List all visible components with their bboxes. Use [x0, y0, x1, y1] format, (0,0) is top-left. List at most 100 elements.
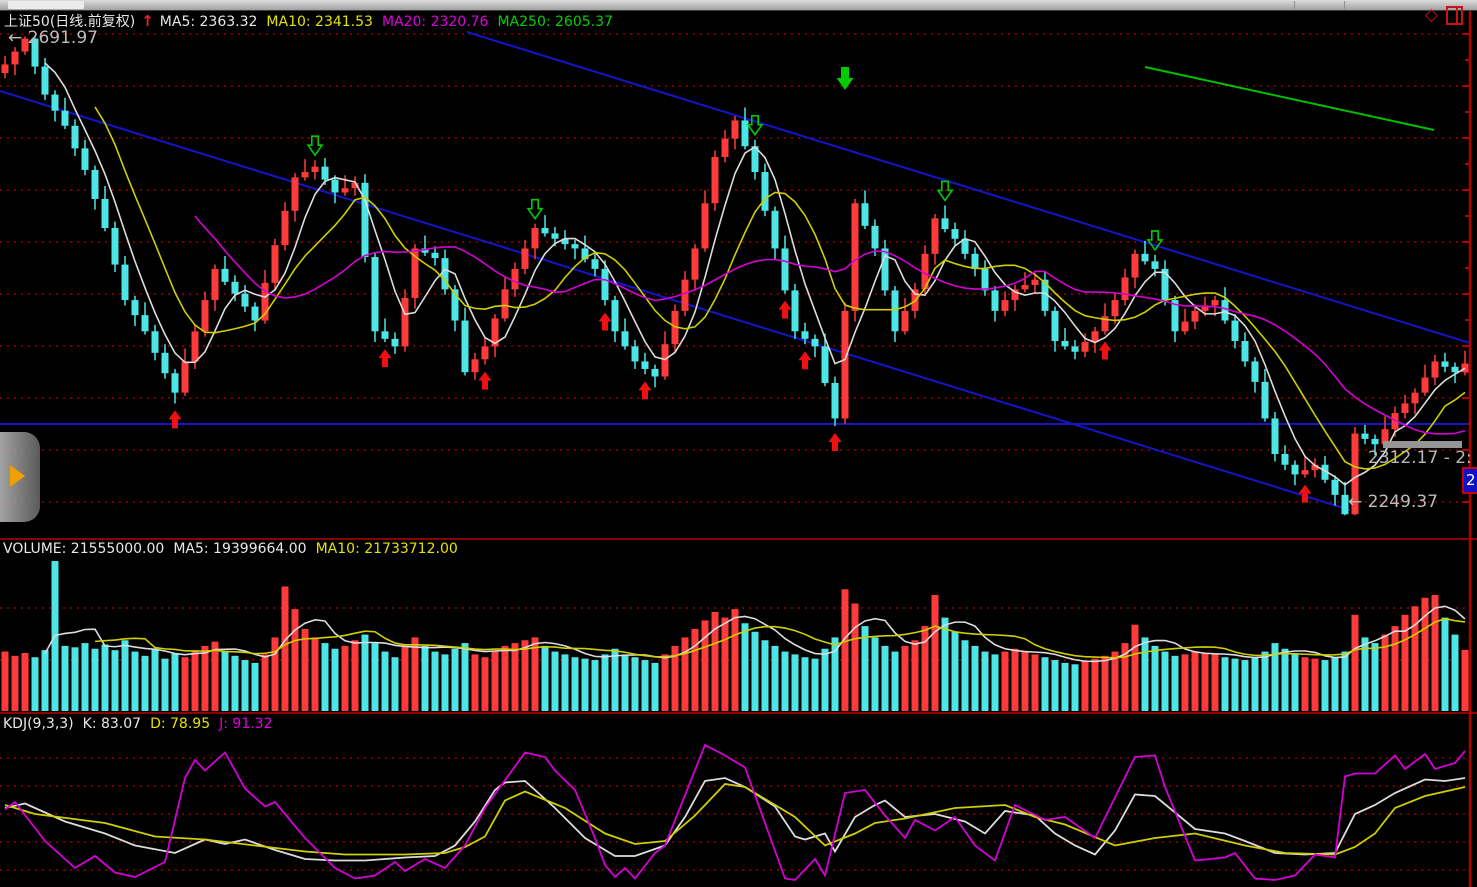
volume-bar[interactable]: [662, 654, 669, 711]
candle[interactable]: [1062, 341, 1069, 346]
candle[interactable]: [1002, 300, 1009, 311]
candle[interactable]: [1232, 321, 1239, 341]
candle[interactable]: [872, 226, 879, 249]
candle[interactable]: [272, 245, 279, 283]
volume-bar[interactable]: [752, 632, 759, 711]
volume-bar[interactable]: [122, 640, 129, 711]
volume-bar[interactable]: [392, 657, 399, 711]
volume-bar[interactable]: [382, 652, 389, 711]
volume-bar[interactable]: [62, 646, 69, 711]
candle[interactable]: [522, 248, 529, 268]
candle[interactable]: [172, 373, 179, 392]
volume-bar[interactable]: [332, 649, 339, 711]
volume-bar[interactable]: [272, 637, 279, 711]
volume-bar[interactable]: [482, 657, 489, 711]
volume-bar[interactable]: [612, 649, 619, 711]
volume-bar[interactable]: [992, 654, 999, 711]
candle[interactable]: [212, 269, 219, 300]
candle[interactable]: [852, 203, 859, 311]
candle[interactable]: [222, 269, 229, 282]
candle[interactable]: [1152, 261, 1159, 269]
volume-bar[interactable]: [1162, 652, 1169, 711]
volume-bar[interactable]: [492, 652, 499, 711]
volume-bar[interactable]: [112, 650, 119, 711]
volume-bar[interactable]: [1352, 615, 1359, 711]
volume-bar[interactable]: [892, 652, 899, 711]
volume-bar[interactable]: [1312, 659, 1319, 711]
volume-bar[interactable]: [572, 657, 579, 711]
volume-bar[interactable]: [812, 659, 819, 711]
candle[interactable]: [502, 289, 509, 318]
candle[interactable]: [122, 265, 129, 301]
candle[interactable]: [932, 218, 939, 254]
volume-bar[interactable]: [912, 640, 919, 711]
candle[interactable]: [822, 346, 829, 383]
volume-bar[interactable]: [1082, 661, 1089, 711]
volume-bar[interactable]: [2, 652, 9, 711]
volume-bar[interactable]: [1342, 652, 1349, 711]
candle[interactable]: [602, 269, 609, 300]
candle[interactable]: [1272, 418, 1279, 454]
volume-bar[interactable]: [402, 646, 409, 711]
volume-bar[interactable]: [42, 650, 49, 711]
candle[interactable]: [1122, 278, 1129, 301]
volume-bar[interactable]: [192, 650, 199, 711]
volume-bar[interactable]: [1262, 652, 1269, 711]
candle[interactable]: [382, 331, 389, 339]
candle[interactable]: [882, 248, 889, 290]
candle[interactable]: [722, 139, 729, 157]
volume-bar[interactable]: [982, 652, 989, 711]
volume-bar[interactable]: [372, 643, 379, 711]
measure-bar[interactable]: [1383, 441, 1462, 448]
candle[interactable]: [242, 294, 249, 307]
candle[interactable]: [1222, 300, 1229, 320]
volume-bar[interactable]: [562, 654, 569, 711]
volume-bar[interactable]: [422, 646, 429, 711]
candle[interactable]: [1032, 280, 1039, 285]
volume-bar[interactable]: [802, 657, 809, 711]
candle[interactable]: [952, 229, 959, 239]
volume-bar[interactable]: [1452, 635, 1459, 711]
volume-bar[interactable]: [362, 635, 369, 711]
candle[interactable]: [82, 148, 89, 170]
volume-bar[interactable]: [1032, 654, 1039, 711]
candle[interactable]: [72, 126, 79, 149]
candle[interactable]: [302, 172, 309, 177]
candle[interactable]: [1112, 300, 1119, 316]
volume-bar[interactable]: [762, 640, 769, 711]
candle[interactable]: [152, 331, 159, 353]
candle[interactable]: [1242, 341, 1249, 361]
volume-bar[interactable]: [842, 589, 849, 711]
candle[interactable]: [392, 339, 399, 347]
diamond-tool-icon[interactable]: ◇: [1425, 7, 1438, 24]
volume-bar[interactable]: [732, 609, 739, 711]
candle[interactable]: [692, 248, 699, 279]
sidebar-expand-handle[interactable]: [0, 432, 40, 522]
candle[interactable]: [92, 170, 99, 199]
volume-bar[interactable]: [72, 647, 79, 711]
candle[interactable]: [472, 359, 479, 372]
volume-bar[interactable]: [222, 652, 229, 711]
volume-bar[interactable]: [1222, 657, 1229, 711]
volume-bar[interactable]: [852, 603, 859, 711]
volume-bar[interactable]: [142, 656, 149, 711]
candle[interactable]: [1452, 367, 1459, 372]
volume-bar[interactable]: [1252, 657, 1259, 711]
volume-bar[interactable]: [872, 637, 879, 711]
candle[interactable]: [842, 311, 849, 419]
candle[interactable]: [1252, 361, 1259, 381]
candle[interactable]: [1362, 434, 1369, 439]
volume-bar[interactable]: [952, 632, 959, 711]
toolbar-button[interactable]: [8, 1, 84, 9]
volume-bar[interactable]: [452, 649, 459, 711]
candle[interactable]: [662, 344, 669, 376]
candle[interactable]: [1422, 378, 1429, 393]
candle[interactable]: [1192, 311, 1199, 322]
volume-bar[interactable]: [1072, 664, 1079, 711]
candle[interactable]: [1442, 361, 1449, 366]
volume-bar[interactable]: [542, 646, 549, 711]
volume-bar[interactable]: [722, 618, 729, 711]
volume-bar[interactable]: [462, 643, 469, 711]
candle[interactable]: [132, 300, 139, 315]
candle[interactable]: [252, 307, 259, 321]
